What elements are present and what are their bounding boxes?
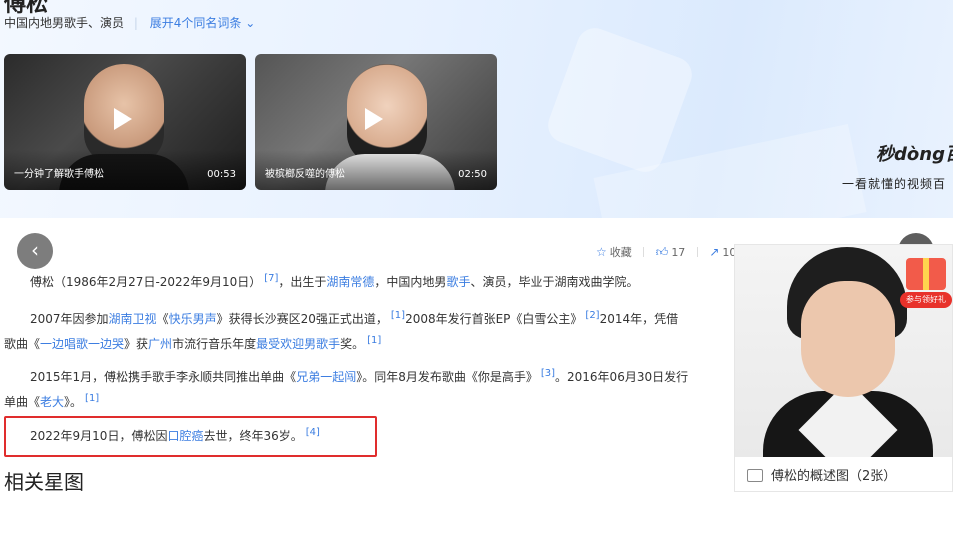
link-happy-boys[interactable]: 快乐男声: [169, 312, 217, 326]
star-icon: ☆: [596, 245, 607, 259]
related-section-title: 相关星图: [4, 470, 84, 494]
link-song[interactable]: 一边唱歌一边哭: [40, 337, 124, 351]
paragraph-line: 2007年因参加湖南卫视《快乐男声》获得长沙赛区20强正式出道， [1]2008年…: [4, 305, 712, 330]
link-boss[interactable]: 老大: [40, 395, 64, 409]
text: 》获: [124, 337, 149, 351]
paragraph-line: 2015年1月，傅松携手歌手李永顺共同推出单曲《兄弟一起闯》。同年8月发布歌曲《…: [4, 363, 712, 388]
paragraph-line: 歌曲《一边唱歌一边哭》获广州市流行音乐年度最受欢迎男歌手奖。 [1]: [4, 330, 712, 355]
like-button[interactable]: 👍︎ 17: [656, 245, 686, 260]
text: 2007年因参加: [30, 312, 109, 326]
gift-ribbon: [923, 258, 929, 290]
separator: |: [133, 16, 138, 30]
share-button[interactable]: ↗ 10: [709, 245, 736, 259]
reference-link[interactable]: [1]: [391, 310, 405, 321]
summary-paragraph: 2015年1月，傅松携手歌手李永顺共同推出单曲《兄弟一起闯》。同年8月发布歌曲《…: [4, 363, 712, 413]
entry-actions: ☆ 收藏 👍︎ 17 ↗ 10: [596, 244, 736, 260]
image-gallery-icon: [747, 469, 763, 482]
text: 、演员，毕业于湖南戏曲学院。: [470, 275, 639, 289]
video-card[interactable]: 一分钟了解歌手傅松 00:53: [4, 54, 246, 190]
text: 获得长沙赛区20强正式出道，: [228, 312, 388, 326]
text: 》: [216, 312, 229, 326]
link-award[interactable]: 最受欢迎男歌手: [256, 337, 340, 351]
link-singer[interactable]: 歌手: [446, 275, 470, 289]
text: 《: [156, 312, 169, 326]
reference-link[interactable]: [1]: [367, 335, 381, 346]
play-icon[interactable]: [365, 108, 383, 130]
gift-promo[interactable]: 参与领好礼: [900, 256, 952, 310]
overview-caption: 傅松的概述图（2张）: [735, 457, 952, 491]
expand-homonyms-link[interactable]: 展开4个同名词条 ⌄: [150, 16, 256, 30]
video-thumbnail: [347, 64, 427, 164]
gift-label: 参与领好礼: [900, 292, 952, 308]
thumbs-up-icon: 👍︎: [655, 244, 669, 259]
summary-paragraph: 2007年因参加湖南卫视《快乐男声》获得长沙赛区20强正式出道， [1]2008年…: [4, 305, 712, 355]
like-count: 17: [671, 245, 686, 259]
video-caption: 被槟榔反噬的傅松: [265, 169, 345, 180]
text: 2015年1月，傅松携手歌手李永顺共同推出单曲《: [30, 370, 297, 384]
summary-paragraph: 傅松（1986年2月27日-2022年9月10日） [7]，出生于湖南常德，中国内…: [4, 268, 712, 293]
video-banner: 傅松 中国内地男歌手、演员 | 展开4个同名词条 ⌄ 一分钟了解歌手傅松 00:…: [0, 0, 953, 218]
share-icon: ↗: [709, 245, 720, 259]
reference-link[interactable]: [3]: [541, 368, 555, 379]
brand-slogan: 一看就懂的视频百: [842, 177, 947, 191]
reference-link[interactable]: [7]: [264, 273, 278, 284]
link-hunan-tv[interactable]: 湖南卫视: [109, 312, 157, 326]
link-guangzhou[interactable]: 广州: [148, 337, 172, 351]
video-card[interactable]: 被槟榔反噬的傅松 02:50: [255, 54, 497, 190]
text: ，中国内地男: [374, 275, 447, 289]
play-icon[interactable]: [114, 108, 132, 130]
chevron-down-icon: ⌄: [245, 16, 256, 30]
video-duration: 00:53: [207, 169, 236, 180]
link-single[interactable]: 兄弟一起闯: [296, 370, 356, 384]
text: 单曲《: [4, 395, 41, 409]
text: 市流行音乐年度: [172, 337, 257, 351]
text: 傅松（1986年2月27日-2022年9月10日）: [30, 275, 262, 289]
text: 歌曲《: [4, 337, 41, 351]
text: 2008年发行首张EP《白雪公主》: [405, 312, 583, 326]
text: 2014年，凭借: [599, 312, 679, 326]
divider: [643, 247, 645, 257]
photo-face: [801, 281, 895, 397]
text: ，出生于: [278, 275, 327, 289]
video-duration: 02:50: [458, 169, 487, 180]
favorite-label: 收藏: [609, 246, 632, 259]
chevron-left-icon: ‹: [31, 238, 39, 262]
subtitle-text: 中国内地男歌手、演员: [4, 16, 125, 30]
caption-text: 傅松的概述图（2张）: [771, 469, 897, 484]
entry-subtitle: 中国内地男歌手、演员 | 展开4个同名词条 ⌄: [4, 14, 255, 31]
brand-logo: 秒dòng百: [876, 144, 953, 165]
text: 》。同年8月发布歌曲《你是高手》: [356, 370, 538, 384]
paragraph-line: 单曲《老大》。 [1]: [4, 388, 712, 413]
link-hunan-changde[interactable]: 湖南常德: [326, 275, 374, 289]
expand-label: 展开4个同名词条: [149, 16, 242, 30]
text: 。2016年06月30日发行: [555, 370, 689, 384]
reference-link[interactable]: [1]: [85, 393, 99, 404]
banner-decoration: [543, 23, 697, 177]
reference-link[interactable]: [2]: [585, 310, 599, 321]
favorite-button[interactable]: ☆ 收藏: [596, 244, 632, 260]
divider: [696, 247, 698, 257]
text: 奖。: [340, 337, 365, 351]
highlight-box: [4, 416, 377, 457]
carousel-prev-button[interactable]: ‹: [17, 233, 53, 269]
text: 》。: [64, 395, 83, 409]
video-caption: 一分钟了解歌手傅松: [14, 169, 104, 180]
